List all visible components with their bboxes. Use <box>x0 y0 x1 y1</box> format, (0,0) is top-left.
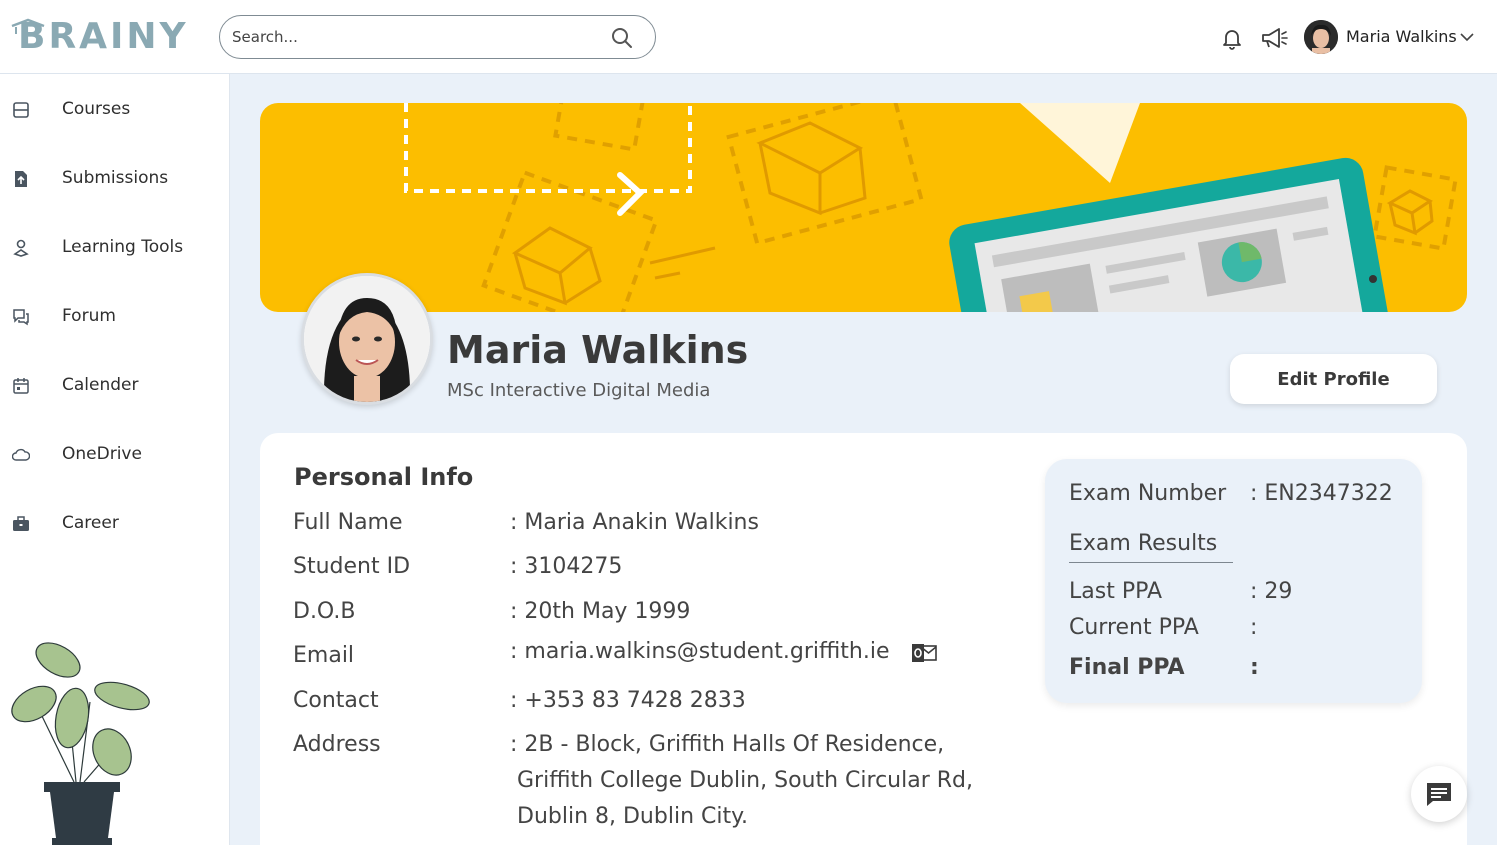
sidebar-item-label: Forum <box>62 306 116 326</box>
sidebar-item-label: Submissions <box>62 168 169 188</box>
profile-programme: MSc Interactive Digital Media <box>447 380 711 401</box>
banner-illustration <box>404 103 1458 312</box>
sidebar-item-label: Courses <box>62 99 131 119</box>
sidebar-item-submissions[interactable]: Submissions <box>0 157 229 201</box>
chat-icon <box>1427 783 1451 806</box>
full-name-value: : Maria Anakin Walkins <box>510 510 759 535</box>
courses-icon <box>13 102 29 118</box>
sidebar-item-courses[interactable]: Courses <box>0 88 229 132</box>
sidebar-item-calender[interactable]: Calender <box>0 364 229 408</box>
search-box <box>219 15 656 59</box>
profile-name: Maria Walkins <box>447 328 749 372</box>
search-input[interactable] <box>232 25 602 49</box>
address-label: Address <box>293 732 381 757</box>
logo-text: BRAINY <box>18 16 189 57</box>
submissions-icon <box>15 171 27 187</box>
full-name-label: Full Name <box>293 510 403 535</box>
avatar <box>1304 20 1338 54</box>
sidebar-item-career[interactable]: Career <box>0 502 229 546</box>
bell-icon[interactable] <box>1220 26 1244 50</box>
contact-value: : +353 83 7428 2833 <box>510 688 746 713</box>
address-value: : 2B - Block, Griffith Halls Of Residenc… <box>510 732 945 757</box>
current-ppa-label: Current PPA <box>1069 615 1199 640</box>
last-ppa-label: Last PPA <box>1069 579 1162 604</box>
megaphone-icon[interactable] <box>1260 26 1288 50</box>
sidebar-item-label: Calender <box>62 375 139 395</box>
exam-results-heading: Exam Results <box>1069 531 1233 563</box>
final-ppa-value: : <box>1250 655 1259 680</box>
current-ppa-value: : <box>1250 615 1258 640</box>
sidebar-item-learning-tools[interactable]: Learning Tools <box>0 226 229 270</box>
dob-value: : 20th May 1999 <box>510 599 691 624</box>
profile-banner <box>260 103 1467 312</box>
briefcase-icon <box>13 516 29 531</box>
contact-label: Contact <box>293 688 379 713</box>
last-ppa-value: : 29 <box>1250 579 1293 604</box>
exam-panel: Exam Number : EN2347322 Exam Results Las… <box>1045 459 1422 703</box>
chevron-down-icon[interactable] <box>1459 30 1475 44</box>
profile-avatar[interactable] <box>301 273 433 405</box>
outlook-icon[interactable] <box>911 641 937 665</box>
final-ppa-label: Final PPA <box>1069 655 1185 680</box>
personal-info-title: Personal Info <box>294 463 474 491</box>
edit-profile-button[interactable]: Edit Profile <box>1230 354 1437 404</box>
search-icon[interactable] <box>611 27 633 49</box>
dob-label: D.O.B <box>293 599 356 624</box>
sidebar-item-label: OneDrive <box>62 444 142 464</box>
student-id-value: : 3104275 <box>510 554 623 579</box>
sidebar-item-forum[interactable]: Forum <box>0 295 229 339</box>
sidebar-item-onedrive[interactable]: OneDrive <box>0 433 229 477</box>
personal-info-card: Personal Info Full Name : Maria Anakin W… <box>260 433 1467 845</box>
address-line-2: Griffith College Dublin, South Circular … <box>517 768 973 793</box>
exam-number-value: : EN2347322 <box>1250 481 1393 506</box>
chat-button[interactable] <box>1411 766 1467 822</box>
student-id-label: Student ID <box>293 554 411 579</box>
calendar-icon <box>13 378 29 394</box>
exam-number-label: Exam Number <box>1069 481 1227 506</box>
sidebar-item-label: Learning Tools <box>62 237 184 257</box>
brainy-logo[interactable]: BRAINY <box>10 16 186 58</box>
sidebar: Courses Submissions Learning Tools Forum… <box>0 74 230 845</box>
user-menu[interactable]: Maria Walkins <box>1304 20 1479 54</box>
cloud-icon <box>12 448 30 461</box>
user-name: Maria Walkins <box>1346 27 1457 46</box>
plant-illustration <box>11 642 150 845</box>
sidebar-item-label: Career <box>62 513 119 533</box>
email-value[interactable]: : maria.walkins@student.griffith.ie <box>510 639 890 664</box>
learning-tools-icon <box>13 239 29 257</box>
top-bar: BRAINY Maria Walkins <box>0 0 1497 74</box>
forum-icon <box>13 309 29 326</box>
address-line-3: Dublin 8, Dublin City. <box>517 804 748 829</box>
email-label: Email <box>293 643 355 668</box>
